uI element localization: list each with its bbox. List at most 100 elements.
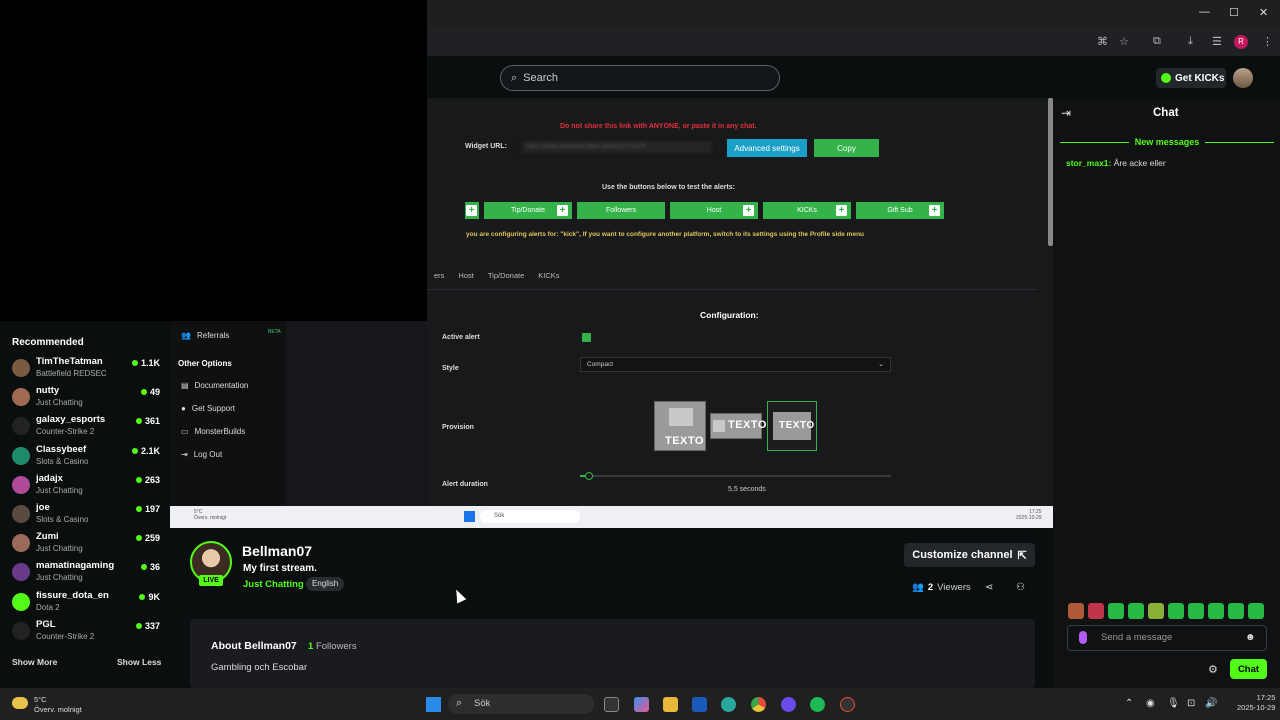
emote-icon[interactable] (1228, 603, 1244, 619)
recommended-channel[interactable]: PGL Counter-Strike 2 337 (12, 619, 160, 645)
chat-message-input[interactable]: Send a message (1067, 625, 1267, 651)
search-icon: ⌕ (456, 697, 463, 709)
active-alert-checkbox[interactable] (582, 333, 591, 342)
recommended-channel[interactable]: Classybeef Slots & Casino 2.1K (12, 444, 160, 470)
test-followers-button[interactable]: Followers (577, 202, 665, 219)
volume-icon[interactable]: 🔊 (1205, 698, 1217, 709)
customize-channel-button[interactable]: Customize channel ⇱ (904, 543, 1035, 567)
recommended-channel[interactable]: mamatinagaming Just Chatting 36 (12, 560, 160, 586)
menu-label: Log Out (193, 450, 223, 459)
taskbar-search[interactable]: Sök (448, 694, 594, 714)
category-link[interactable]: Just Chatting (243, 579, 304, 590)
file-explorer-icon[interactable] (663, 697, 678, 712)
gear-icon[interactable]: ⚙ (1208, 663, 1218, 676)
monitor-icon: ▭ (181, 427, 189, 436)
mic-icon[interactable] (1079, 631, 1087, 644)
taskbar-clock[interactable]: 17:25 2025-10-29 (1237, 693, 1275, 713)
provision-option-vertical[interactable]: TEXTO (654, 401, 706, 451)
weather-widget[interactable]: 5°C Överv. molnigt (34, 695, 82, 715)
menu-documentation[interactable]: ▤ Documentation (181, 381, 248, 390)
provision-text: TEXTO (779, 420, 815, 431)
obs-icon[interactable] (840, 697, 855, 712)
menu-get-support[interactable]: ● Get Support (181, 404, 235, 413)
send-chat-button[interactable]: Chat (1230, 659, 1267, 679)
close-button[interactable]: ✕ (1259, 6, 1268, 19)
test-host-button[interactable]: Host + (670, 202, 758, 219)
emote-icon[interactable] (1168, 603, 1184, 619)
discord-icon[interactable] (781, 697, 796, 712)
widget-url-field[interactable]: https://botrix.live/alerts?bid=-84a%2FZr… (522, 141, 712, 153)
alert-duration-value: 5,5 seconds (728, 486, 766, 493)
style-select[interactable]: Compact ⌄ (580, 357, 891, 372)
emote-icon[interactable] (1108, 603, 1124, 619)
profile-icon[interactable]: R (1234, 35, 1248, 49)
provision-option-compact-selected[interactable]: TEXTO (767, 401, 817, 451)
recommended-channel[interactable]: nutty Just Chatting 49 (12, 385, 160, 411)
recommended-channel[interactable]: TimTheTatman Battlefield REDSEC 1.1K (12, 356, 160, 382)
download-icon[interactable]: ⤓ (1188, 35, 1193, 48)
test-button-partial[interactable]: + (465, 202, 479, 219)
chevron-up-icon[interactable]: ⌃ (1125, 698, 1133, 709)
maximize-button[interactable]: ☐ (1229, 6, 1239, 19)
tray-app-icon[interactable]: ◉ (1146, 698, 1155, 709)
emoji-icon[interactable]: ☻ (1245, 632, 1256, 643)
alert-duration-slider[interactable] (580, 475, 891, 477)
provision-option-horizontal[interactable]: TEXTO (710, 413, 766, 439)
show-more-button[interactable]: Show More (12, 657, 57, 667)
emote-icon[interactable] (1248, 603, 1264, 619)
language-tag[interactable]: English (306, 577, 345, 591)
document-icon: ▤ (181, 381, 189, 390)
emote-icon[interactable] (1208, 603, 1224, 619)
tab-kicks[interactable]: KICKs (531, 271, 566, 287)
emote-icon[interactable] (1148, 603, 1164, 619)
copilot-icon[interactable] (634, 697, 649, 712)
user-avatar[interactable] (1233, 68, 1253, 88)
task-view-icon[interactable] (604, 697, 619, 712)
translate-icon[interactable]: ⌘ (1097, 35, 1108, 48)
start-icon[interactable] (426, 697, 441, 712)
emote-icon[interactable] (1088, 603, 1104, 619)
minimize-button[interactable]: — (1199, 6, 1210, 18)
channel-name: nutty (36, 385, 60, 397)
spotify-icon[interactable] (810, 697, 825, 712)
extensions-icon[interactable]: ⧉ (1153, 35, 1161, 48)
emote-icon[interactable] (1188, 603, 1204, 619)
recommended-channel[interactable]: joe Slots & Casino 197 (12, 502, 160, 528)
edge-icon[interactable] (721, 697, 736, 712)
beta-badge: BETA (268, 329, 281, 335)
emote-icon[interactable] (1128, 603, 1144, 619)
more-icon[interactable]: ⋮ (1262, 35, 1273, 48)
tabs-icon[interactable]: ☰ (1212, 35, 1222, 48)
test-gift-sub-button[interactable]: Gift Sub + (856, 202, 944, 219)
recommended-channel[interactable]: Zumi Just Chatting 259 (12, 531, 160, 557)
collapse-chat-icon[interactable]: ⇥ (1061, 106, 1071, 120)
menu-monsterbuilds[interactable]: ▭ MonsterBuilds (181, 427, 245, 436)
tab-followers[interactable]: ers (427, 271, 451, 287)
star-icon[interactable]: ☆ (1119, 35, 1129, 48)
test-tip-donate-button[interactable]: Tip/Donate + (484, 202, 572, 219)
tab-host[interactable]: Host (451, 271, 480, 287)
emote-icon[interactable] (1068, 603, 1084, 619)
get-kicks-button[interactable]: Get KICKs (1156, 68, 1226, 88)
test-kicks-button[interactable]: KICKs + (763, 202, 851, 219)
recommended-channel[interactable]: galaxy_esports Counter-Strike 2 361 (12, 414, 160, 440)
menu-referrals[interactable]: 👥 Referrals (181, 331, 229, 340)
menu-log-out[interactable]: ⇥ Log Out (181, 450, 222, 459)
recommended-channel[interactable]: jadajx Just Chatting 263 (12, 473, 160, 499)
store-icon[interactable] (692, 697, 707, 712)
search-icon: ⌕ (511, 71, 518, 84)
chat-username[interactable]: stor_max1: (1066, 158, 1111, 168)
search-placeholder: Search (523, 72, 559, 84)
mic-tray-icon[interactable]: 🎙 (1167, 698, 1180, 709)
search-input[interactable]: ⌕ Search (500, 65, 780, 91)
channel-name[interactable]: Bellman07 (242, 543, 312, 559)
add-user-icon[interactable]: ⚇ (1016, 582, 1025, 593)
advanced-settings-button[interactable]: Advanced settings (727, 139, 807, 157)
share-icon[interactable]: ⋖ (985, 582, 993, 593)
recommended-channel[interactable]: fissure_dota_en Dota 2 9K (12, 590, 160, 616)
show-less-button[interactable]: Show Less (117, 657, 161, 667)
tab-tip-donate[interactable]: Tip/Donate (481, 271, 531, 287)
network-icon[interactable]: ⊡ (1187, 698, 1195, 709)
copy-button[interactable]: Copy (814, 139, 879, 157)
chrome-icon[interactable] (751, 697, 766, 712)
